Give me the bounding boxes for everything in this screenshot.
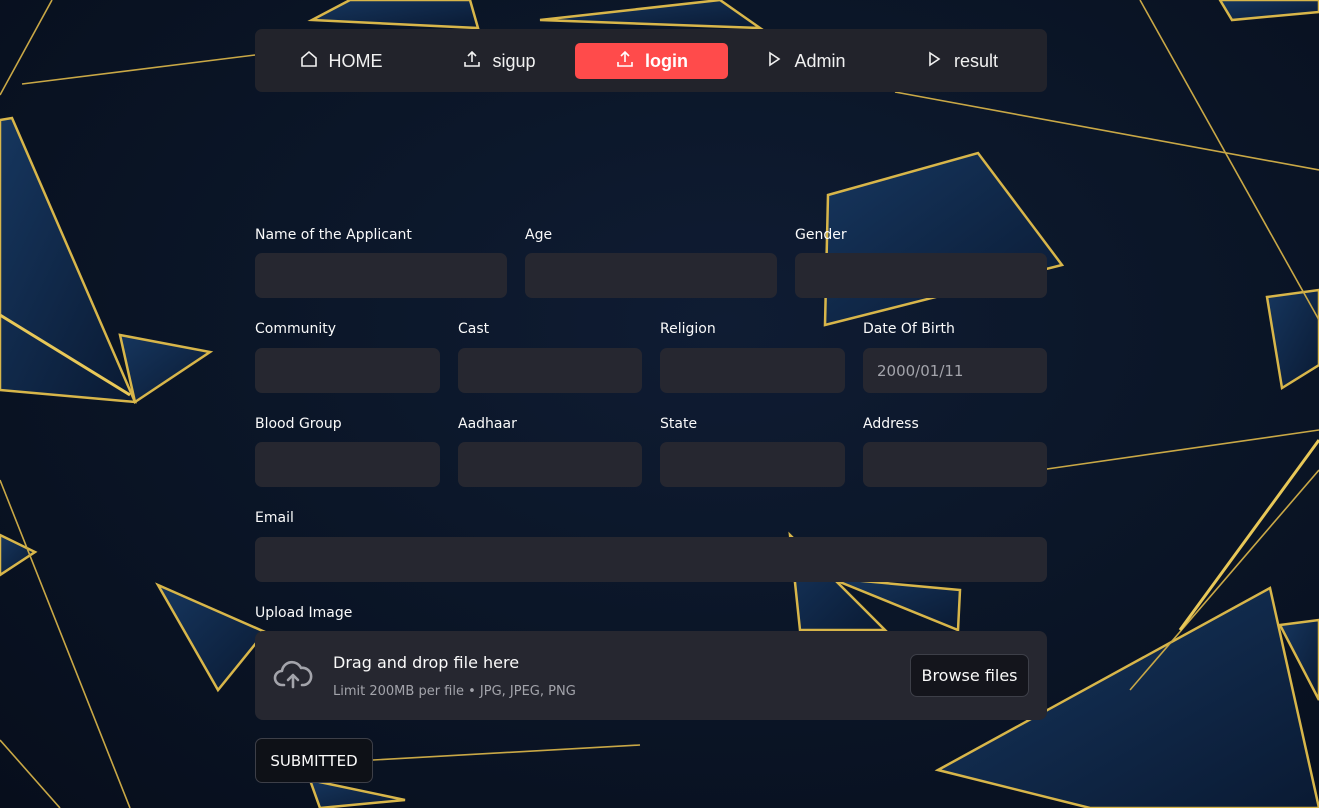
top-navigation: HOME sigup login Admin result	[255, 29, 1047, 92]
address-input[interactable]	[863, 442, 1047, 487]
email-input[interactable]	[255, 537, 1047, 582]
name-label: Name of the Applicant	[255, 227, 412, 243]
state-label: State	[660, 416, 698, 432]
browse-files-button[interactable]: Browse files	[910, 654, 1029, 697]
state-input[interactable]	[660, 442, 845, 487]
religion-input[interactable]	[660, 348, 845, 393]
file-uploader-dropzone[interactable]: Drag and drop file here Limit 200MB per …	[255, 631, 1047, 720]
play-icon	[764, 49, 784, 74]
cloud-upload-icon	[273, 657, 313, 693]
blood-group-input[interactable]	[255, 442, 440, 487]
blood-group-label: Blood Group	[255, 416, 342, 432]
house-icon	[299, 49, 319, 74]
upload-icon	[462, 49, 482, 74]
dropzone-limits: Limit 200MB per file • JPG, JPEG, PNG	[333, 684, 576, 699]
gender-input[interactable]	[795, 253, 1047, 298]
nav-item-label: HOME	[328, 50, 383, 71]
email-label: Email	[255, 510, 294, 526]
nav-item-login[interactable]: login	[575, 43, 728, 79]
community-input[interactable]	[255, 348, 440, 393]
dob-label: Date Of Birth	[863, 321, 955, 337]
nav-item-label: sigup	[492, 50, 536, 71]
play-icon	[924, 49, 944, 74]
nav-item-admin[interactable]: Admin	[733, 43, 877, 79]
address-label: Address	[863, 416, 919, 432]
nav-item-label: result	[953, 50, 998, 71]
cast-label: Cast	[458, 321, 490, 337]
name-input[interactable]	[255, 253, 507, 298]
aadhaar-input[interactable]	[458, 442, 642, 487]
aadhaar-label: Aadhaar	[458, 416, 517, 432]
age-input[interactable]	[525, 253, 777, 298]
nav-item-home[interactable]: HOME	[275, 43, 406, 79]
age-label: Age	[525, 227, 553, 243]
upload-image-label: Upload Image	[255, 605, 353, 621]
dob-input[interactable]	[863, 348, 1047, 393]
nav-item-label: Admin	[794, 50, 846, 71]
submit-button[interactable]: SUBMITTED	[255, 738, 373, 783]
upload-icon	[615, 49, 635, 74]
community-label: Community	[255, 321, 337, 337]
cast-input[interactable]	[458, 348, 642, 393]
nav-item-label: login	[645, 50, 688, 71]
religion-label: Religion	[660, 321, 716, 337]
nav-item-sigup[interactable]: sigup	[427, 43, 571, 79]
gender-label: Gender	[795, 227, 847, 243]
nav-item-result[interactable]: result	[889, 43, 1033, 79]
dropzone-instructions: Drag and drop file here	[333, 653, 520, 672]
